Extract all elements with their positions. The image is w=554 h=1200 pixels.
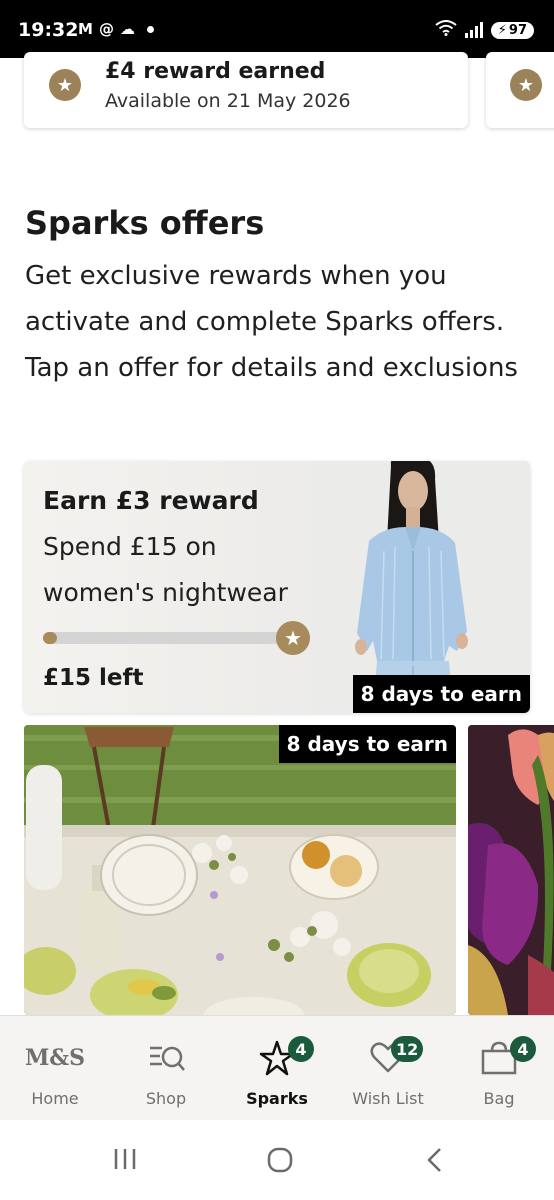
home-circle-icon[interactable] xyxy=(266,1146,294,1174)
wifi-icon xyxy=(435,20,457,40)
status-bar: 19:32 M @ ☁ ⚡ 97 xyxy=(0,0,554,58)
offer-condition-line-1: Spend £15 on xyxy=(43,532,217,561)
offer-card-flowers[interactable] xyxy=(468,725,554,1015)
dot-icon xyxy=(146,25,154,33)
offer-card-nightwear[interactable]: Earn £3 reward Spend £15 on women's nigh… xyxy=(24,461,530,713)
reward-title: £4 reward earned xyxy=(105,59,326,84)
ms-logo-text: M&S xyxy=(24,1045,86,1071)
days-to-earn-badge: 8 days to earn xyxy=(352,675,530,713)
nav-wishlist-label: Wish List xyxy=(352,1089,424,1108)
ms-logo-icon: M&S xyxy=(0,1040,110,1076)
offer-amount-left: £15 left xyxy=(43,665,144,691)
reward-availability: Available on 21 May 2026 xyxy=(105,90,351,112)
offer-progress-fill xyxy=(43,632,57,644)
star-icon: ★ xyxy=(510,69,542,101)
system-nav-bar xyxy=(0,1120,554,1200)
sparks-offers-description: Get exclusive rewards when you activate … xyxy=(25,261,518,383)
notification-icons: M @ ☁ xyxy=(78,20,154,38)
nav-sparks[interactable]: 4 Sparks xyxy=(222,1016,332,1121)
shop-search-icon xyxy=(111,1040,221,1076)
threads-icon: @ xyxy=(98,20,114,38)
status-time: 19:32 xyxy=(18,19,79,41)
bag-icon xyxy=(444,1040,554,1076)
nav-bag[interactable]: 4 Bag xyxy=(444,1016,554,1121)
weather-icon: ☁ xyxy=(119,20,135,38)
offer-condition-line-2: women's nightwear xyxy=(43,578,288,607)
nav-home-label: Home xyxy=(31,1089,79,1108)
nav-shop[interactable]: Shop xyxy=(111,1016,221,1121)
offer-card-homeware[interactable]: 8 days to earn xyxy=(24,725,456,1015)
sparks-star-icon xyxy=(222,1040,332,1076)
nav-home[interactable]: M&S Home xyxy=(0,1016,110,1121)
sparks-count-badge: 4 xyxy=(288,1036,314,1062)
days-to-earn-badge: 8 days to earn xyxy=(278,725,456,763)
nav-bag-label: Bag xyxy=(483,1089,515,1108)
offer-progress-bar xyxy=(43,632,293,644)
model-photo: 8 days to earn xyxy=(329,461,530,713)
battery-level: 97 xyxy=(508,22,527,38)
recents-icon[interactable] xyxy=(112,1146,138,1172)
bottom-nav: M&S Home Shop 4 Sparks 12 Wish List 4 Ba… xyxy=(0,1015,554,1120)
bag-count-badge: 4 xyxy=(510,1036,536,1062)
nav-wishlist[interactable]: 12 Wish List xyxy=(333,1016,443,1121)
nav-shop-label: Shop xyxy=(145,1089,187,1108)
signal-icon xyxy=(464,22,483,38)
wishlist-count-badge: 12 xyxy=(391,1036,424,1062)
charging-bolt-icon: ⚡ xyxy=(497,22,507,38)
offer-details: Earn £3 reward Spend £15 on women's nigh… xyxy=(24,461,329,713)
battery-icon: ⚡ 97 xyxy=(490,21,534,39)
tulips-photo xyxy=(468,725,554,1015)
star-icon: ★ xyxy=(49,69,81,101)
gmail-icon: M xyxy=(78,20,93,38)
reward-card-next[interactable]: ★ xyxy=(486,52,554,128)
offer-title: Earn £3 reward xyxy=(43,486,259,515)
reward-card[interactable]: ★ £4 reward earned Available on 21 May 2… xyxy=(24,52,468,128)
back-icon[interactable] xyxy=(424,1146,446,1174)
table-setting-photo xyxy=(24,725,456,1015)
system-icons: ⚡ 97 xyxy=(435,20,534,40)
heart-icon xyxy=(333,1040,443,1076)
star-icon: ★ xyxy=(276,621,310,655)
sparks-offers-title: Sparks offers xyxy=(25,204,265,242)
nav-sparks-label: Sparks xyxy=(246,1089,308,1108)
